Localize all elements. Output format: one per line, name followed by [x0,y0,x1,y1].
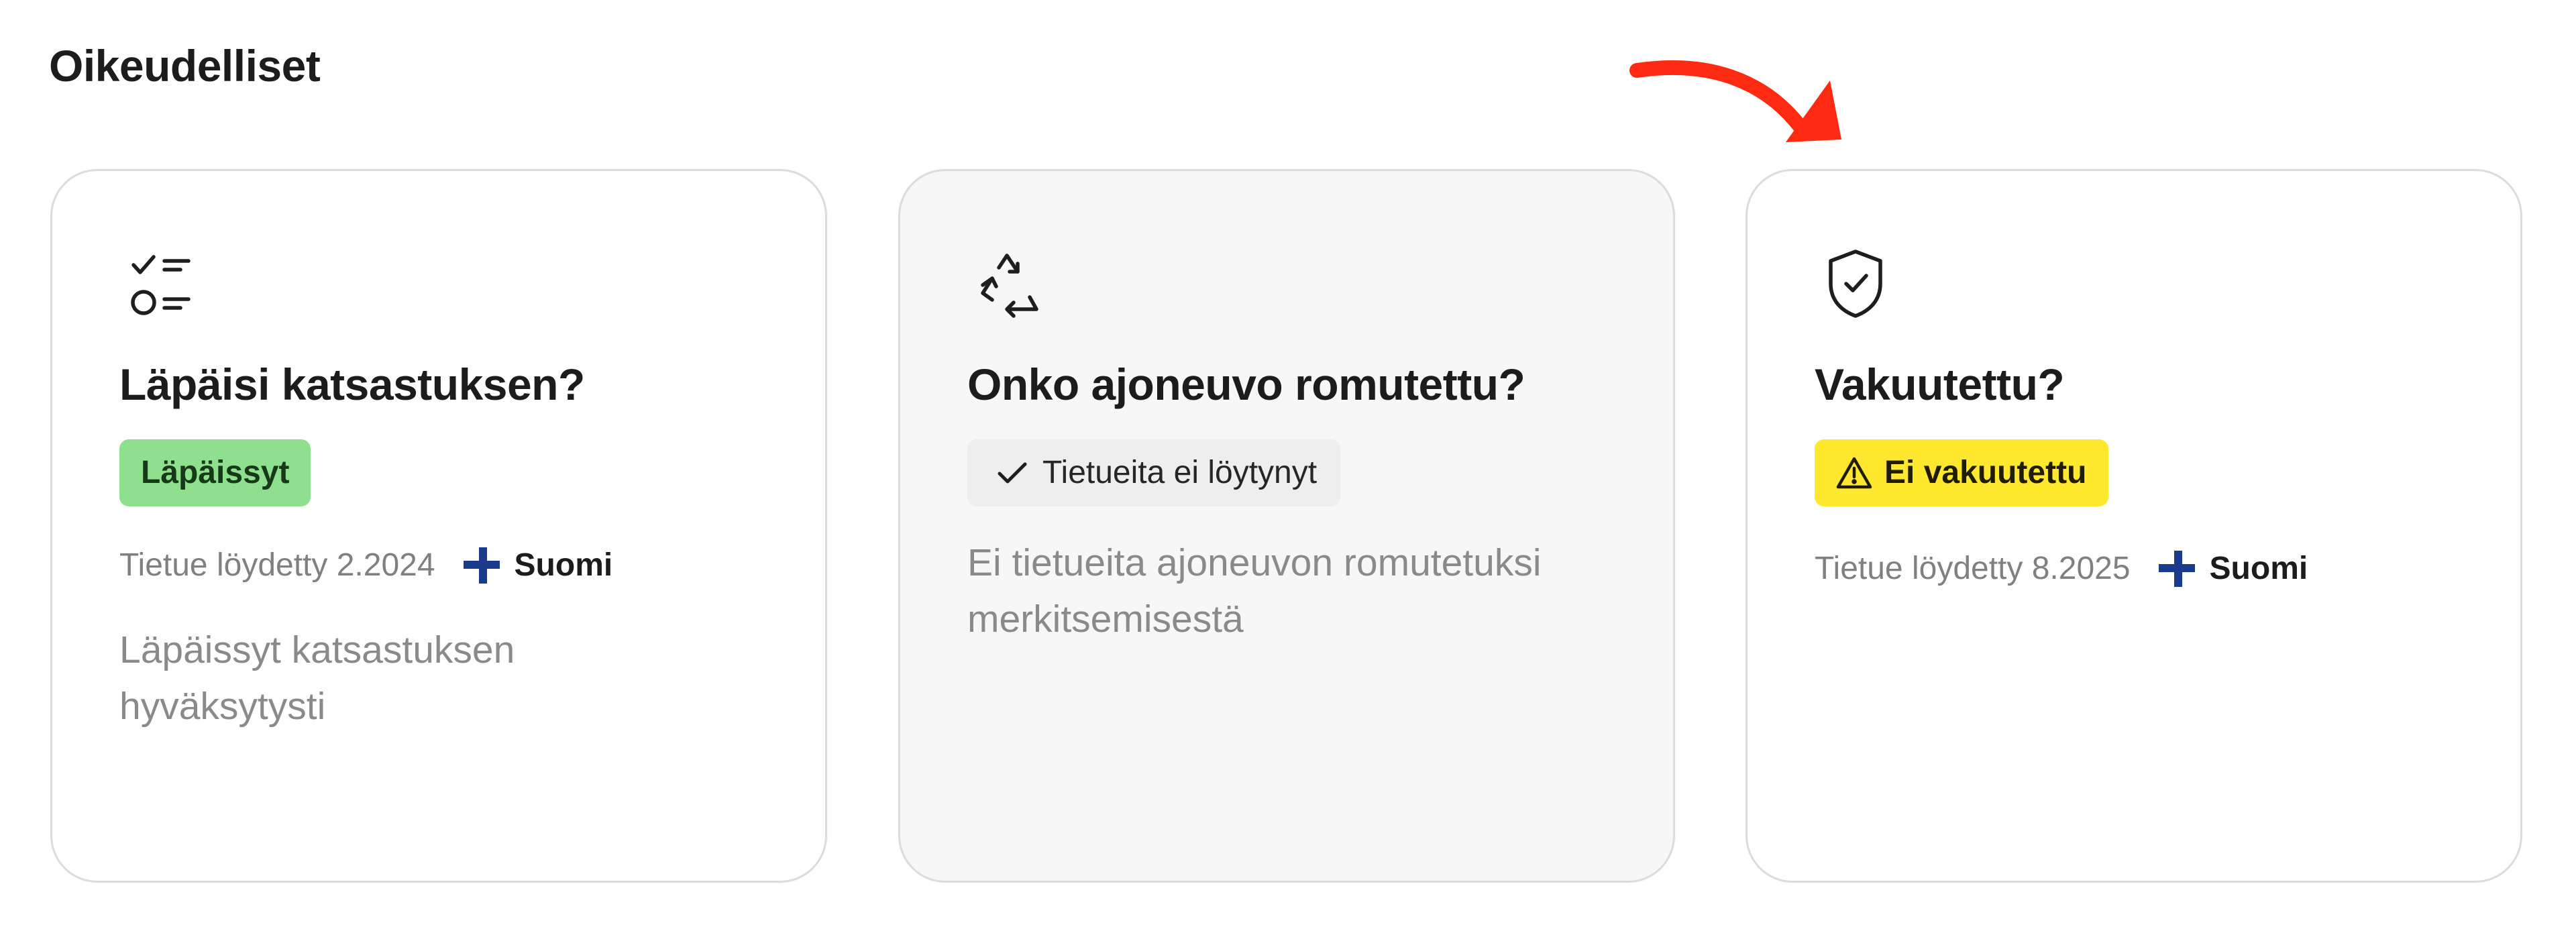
section-title: Oikeudelliset [49,41,321,91]
red-arrow-icon [1623,54,1851,221]
card-title: Läpäisi katsastuksen? [119,360,585,409]
card-title: Vakuutettu? [1815,360,2065,409]
status-badge: Läpäissyt [119,439,311,506]
finland-flag-icon [2156,548,2198,590]
checklist-icon [121,245,199,323]
insurance-card: Vakuutettu? Ei vakuutettu Tietue löydett… [1746,169,2522,883]
status-badge: Ei vakuutettu [1815,439,2109,506]
check-icon [993,453,1032,492]
scrapped-card: Onko ajoneuvo romutettu? Tietueita ei lö… [898,169,1675,883]
badge-label: Tietueita ei löytynyt [1042,455,1318,490]
badge-label: Ei vakuutettu [1884,455,2087,490]
record-found-text: Tietue löydetty 2.2024 [119,547,435,583]
record-found-text: Tietue löydetty 8.2025 [1815,551,2131,586]
card-description: Läpäissyt katsastuksen hyväksytysti [119,628,515,728]
country-name: Suomi [2209,551,2308,586]
badge-label: Läpäissyt [141,455,290,490]
warning-triangle-icon [1835,453,1874,492]
status-badge: Tietueita ei löytynyt [967,439,1341,506]
card-title: Onko ajoneuvo romutettu? [967,360,1525,409]
finland-flag-icon [461,545,502,586]
country-name: Suomi [514,547,613,583]
card-description: Ei tietueita ajoneuvon romutetuksi merki… [967,541,1542,641]
record-meta: Tietue löydetty 2.2024 Suomi [119,539,612,592]
recycle-icon [969,245,1047,323]
inspection-card: Läpäisi katsastuksen? Läpäissyt Tietue l… [50,169,827,883]
shield-check-icon [1817,245,1894,323]
record-meta: Tietue löydetty 8.2025 Suomi [1815,542,2308,596]
